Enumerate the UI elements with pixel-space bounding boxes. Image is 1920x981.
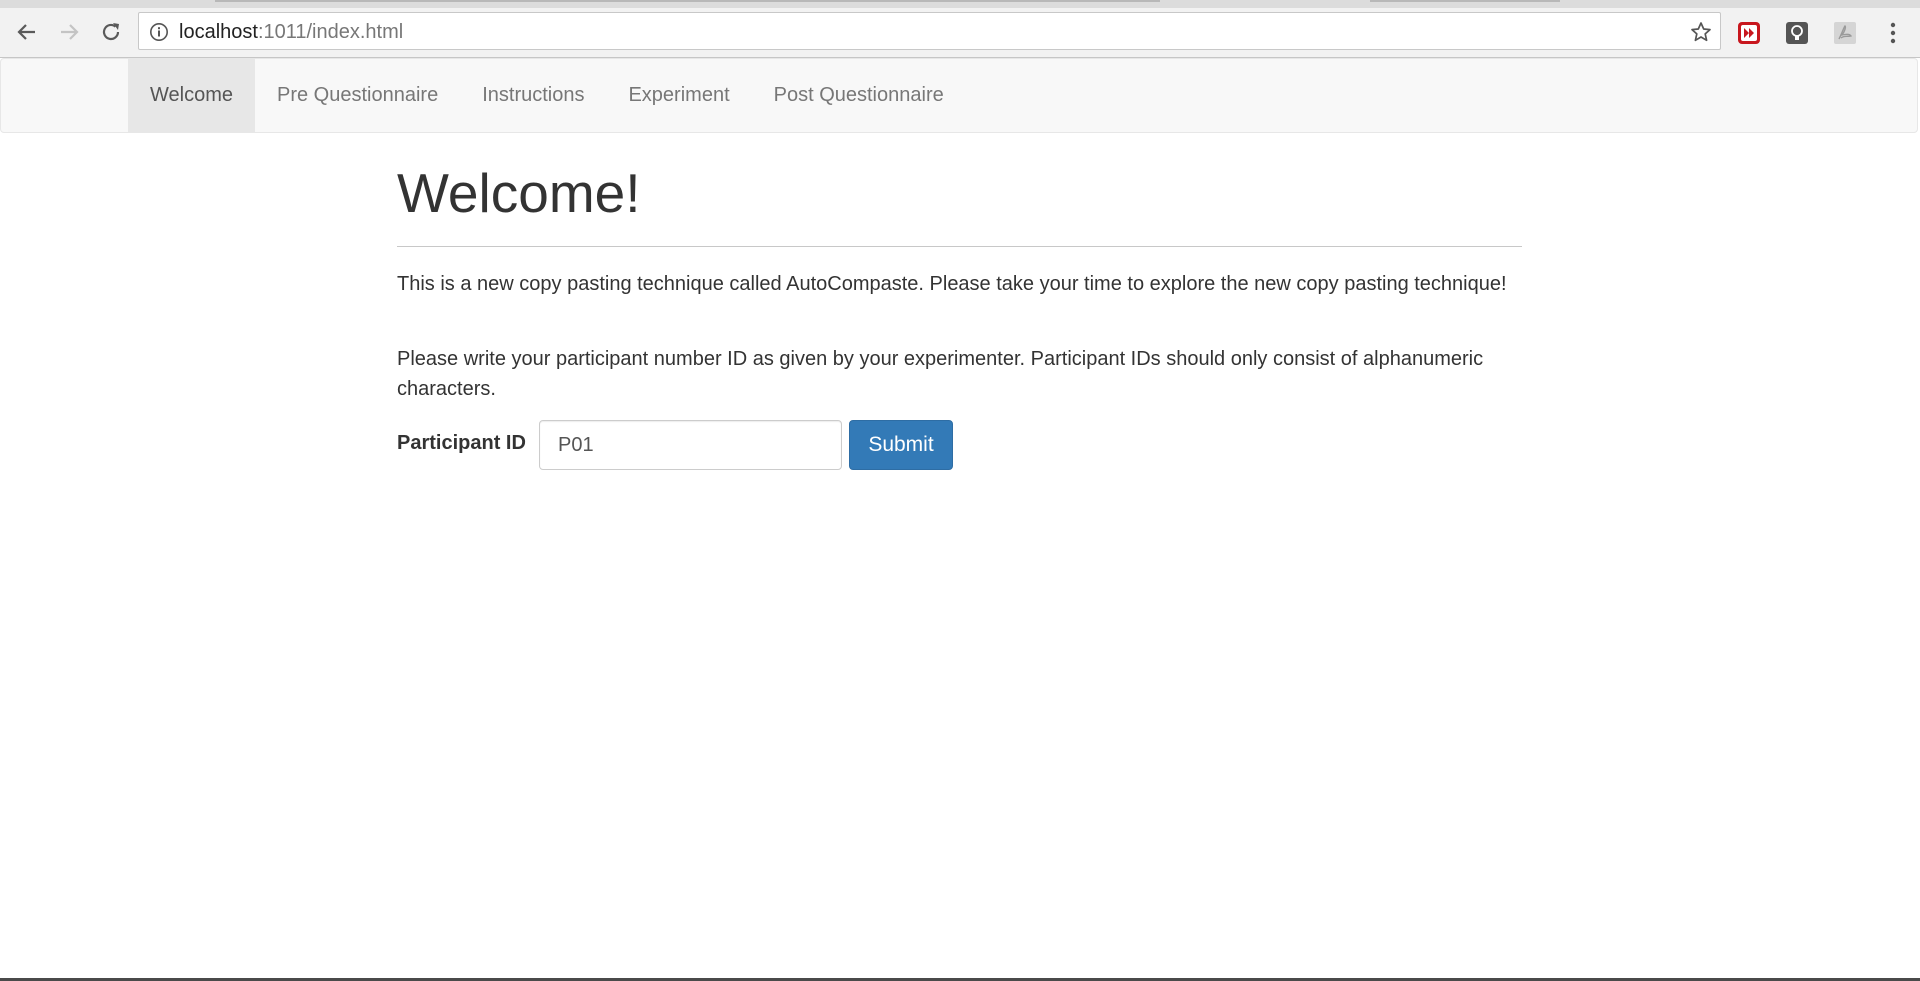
submit-button[interactable]: Submit [849,420,953,470]
reload-button[interactable] [95,16,127,48]
nav-item-pre-questionnaire[interactable]: Pre Questionnaire [255,59,460,132]
extension-red-icon[interactable] [1737,21,1761,45]
intro-paragraph: This is a new copy pasting technique cal… [397,273,1507,295]
extension-pdf-icon[interactable] [1833,21,1857,45]
tab-edge [215,0,605,2]
browser-tab-strip [0,0,1920,8]
tab-edge [605,0,1160,2]
nav-item-welcome[interactable]: Welcome [128,59,255,132]
nav-item-experiment[interactable]: Experiment [606,59,751,132]
nav-item-post-questionnaire[interactable]: Post Questionnaire [752,59,966,132]
top-navbar: Welcome Pre Questionnaire Instructions E… [0,58,1918,133]
menu-dots-icon[interactable] [1885,20,1901,46]
url-text: localhost:1011/index.html [179,22,403,42]
info-icon[interactable] [149,22,169,42]
browser-toolbar: localhost:1011/index.html [0,8,1920,58]
url-host: localhost [179,21,258,43]
address-bar[interactable]: localhost:1011/index.html [138,12,1721,50]
url-path: :1011/index.html [257,21,404,43]
forward-button[interactable] [53,16,85,48]
reload-icon [102,23,120,41]
back-button[interactable] [11,16,43,48]
extension-bulb-icon[interactable] [1785,21,1809,45]
nav-list: Welcome Pre Questionnaire Instructions E… [128,59,966,132]
forward-arrow-icon [61,24,79,40]
instructions-paragraph: Please write your participant number ID … [397,348,1484,400]
page-title: Welcome! [397,162,641,224]
back-arrow-icon [17,24,35,40]
nav-item-instructions[interactable]: Instructions [460,59,606,132]
participant-id-input[interactable] [539,420,842,470]
tab-edge [1370,0,1560,2]
title-divider [397,246,1522,247]
participant-id-label: Participant ID [397,432,526,454]
star-icon[interactable] [1690,21,1712,43]
